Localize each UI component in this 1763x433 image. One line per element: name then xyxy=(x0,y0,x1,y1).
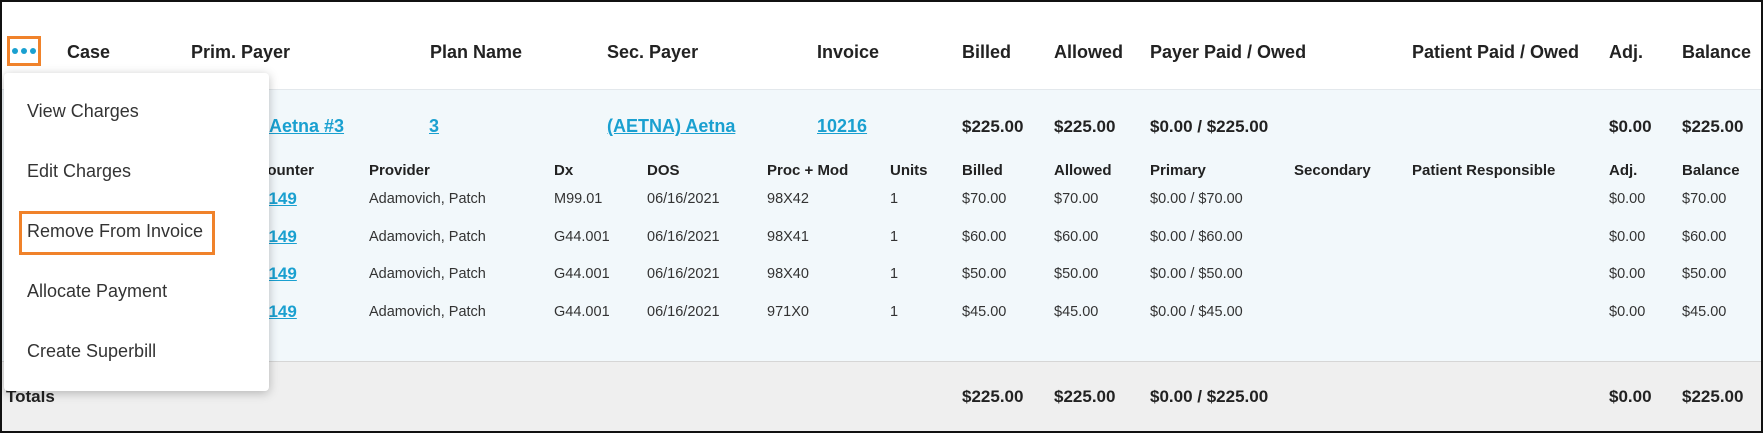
row-dos: 06/16/2021 xyxy=(647,266,720,282)
col-header-plan-name[interactable]: Plan Name xyxy=(430,42,522,63)
detail-header-provider: Provider xyxy=(369,162,430,179)
more-dots-icon-dot2 xyxy=(21,48,27,54)
row-dx: G44.001 xyxy=(554,266,610,282)
col-header-sec-payer[interactable]: Sec. Payer xyxy=(607,42,698,63)
row-adj: $0.00 xyxy=(1609,266,1646,282)
row-provider: Adamovich, Patch xyxy=(369,229,486,245)
row-units: 1 xyxy=(890,229,899,245)
row-provider: Adamovich, Patch xyxy=(369,191,486,207)
col-header-case[interactable]: Case xyxy=(67,42,110,63)
row-balance: $60.00 xyxy=(1682,229,1727,245)
row-proc: 98X42 xyxy=(767,191,809,207)
row-dos: 06/16/2021 xyxy=(647,304,720,320)
summary-billed: $225.00 xyxy=(962,117,1024,136)
row-proc: 971X0 xyxy=(767,304,809,320)
row-provider: Adamovich, Patch xyxy=(369,266,486,282)
invoice-table: Case Prim. Payer Plan Name Sec. Payer In… xyxy=(0,0,1763,433)
summary-balance: $225.00 xyxy=(1682,117,1744,136)
detail-header-dx: Dx xyxy=(554,162,574,179)
row-allowed: $60.00 xyxy=(1054,229,1099,245)
totals-payer-paid-owed: $0.00 / $225.00 xyxy=(1150,387,1269,406)
detail-header-secondary: Secondary xyxy=(1294,162,1371,179)
more-dots-icon-dot3 xyxy=(30,48,36,54)
totals-adj: $0.00 xyxy=(1609,387,1652,406)
row-billed: $50.00 xyxy=(962,266,1007,282)
col-header-balance[interactable]: Balance xyxy=(1682,42,1751,63)
summary-adj: $0.00 xyxy=(1609,117,1652,136)
row-primary: $0.00 / $50.00 xyxy=(1150,266,1243,282)
col-header-payer-paid-owed[interactable]: Payer Paid / Owed xyxy=(1150,42,1306,63)
row-dx: M99.01 xyxy=(554,191,603,207)
actions-menu: View Charges Edit Charges Remove From In… xyxy=(4,73,269,391)
row-allowed: $50.00 xyxy=(1054,266,1099,282)
menu-item-create-superbill[interactable]: Create Superbill xyxy=(27,341,156,362)
plan-name-link[interactable]: 3 xyxy=(429,116,439,137)
detail-header-patient-responsible: Patient Responsible xyxy=(1412,162,1556,179)
row-units: 1 xyxy=(890,266,899,282)
summary-allowed: $225.00 xyxy=(1054,117,1116,136)
menu-item-remove-from-invoice[interactable]: Remove From Invoice xyxy=(27,221,203,242)
menu-item-allocate-payment[interactable]: Allocate Payment xyxy=(27,281,167,302)
more-dots-icon xyxy=(12,48,18,54)
row-adj: $0.00 xyxy=(1609,191,1646,207)
totals-billed: $225.00 xyxy=(962,387,1024,406)
col-header-adj[interactable]: Adj. xyxy=(1609,42,1643,63)
row-dos: 06/16/2021 xyxy=(647,229,720,245)
row-dos: 06/16/2021 xyxy=(647,191,720,207)
menu-item-view-charges[interactable]: View Charges xyxy=(27,101,139,122)
col-header-patient-paid-owed[interactable]: Patient Paid / Owed xyxy=(1412,42,1579,63)
row-proc: 98X41 xyxy=(767,229,809,245)
actions-button[interactable] xyxy=(7,36,41,66)
row-balance: $50.00 xyxy=(1682,266,1727,282)
summary-payer-paid-owed: $0.00 / $225.00 xyxy=(1150,117,1269,136)
row-allowed: $45.00 xyxy=(1054,304,1099,320)
row-billed: $70.00 xyxy=(962,191,1007,207)
invoice-link[interactable]: 10216 xyxy=(817,116,867,137)
detail-header-dos: DOS xyxy=(647,162,680,179)
row-balance: $70.00 xyxy=(1682,191,1727,207)
row-units: 1 xyxy=(890,191,899,207)
detail-header-billed: Billed xyxy=(962,162,1003,179)
row-adj: $0.00 xyxy=(1609,229,1646,245)
sec-payer-link[interactable]: (AETNA) Aetna xyxy=(607,116,735,137)
row-primary: $0.00 / $60.00 xyxy=(1150,229,1243,245)
detail-header-units: Units xyxy=(890,162,928,179)
detail-header-primary: Primary xyxy=(1150,162,1206,179)
col-header-billed[interactable]: Billed xyxy=(962,42,1011,63)
row-units: 1 xyxy=(890,304,899,320)
row-allowed: $70.00 xyxy=(1054,191,1099,207)
detail-header-balance: Balance xyxy=(1682,162,1740,179)
col-header-allowed[interactable]: Allowed xyxy=(1054,42,1123,63)
totals-allowed: $225.00 xyxy=(1054,387,1116,406)
row-dx: G44.001 xyxy=(554,304,610,320)
row-proc: 98X40 xyxy=(767,266,809,282)
row-billed: $60.00 xyxy=(962,229,1007,245)
detail-header-adj: Adj. xyxy=(1609,162,1638,179)
row-provider: Adamovich, Patch xyxy=(369,304,486,320)
prim-payer-link[interactable]: Aetna #3 xyxy=(269,116,344,137)
row-primary: $0.00 / $45.00 xyxy=(1150,304,1243,320)
row-dx: G44.001 xyxy=(554,229,610,245)
menu-item-edit-charges[interactable]: Edit Charges xyxy=(27,161,131,182)
row-primary: $0.00 / $70.00 xyxy=(1150,191,1243,207)
col-header-invoice[interactable]: Invoice xyxy=(817,42,879,63)
row-adj: $0.00 xyxy=(1609,304,1646,320)
row-billed: $45.00 xyxy=(962,304,1007,320)
col-header-prim-payer[interactable]: Prim. Payer xyxy=(191,42,290,63)
row-balance: $45.00 xyxy=(1682,304,1727,320)
totals-balance: $225.00 xyxy=(1682,387,1744,406)
detail-header-allowed: Allowed xyxy=(1054,162,1112,179)
detail-header-proc-mod: Proc + Mod xyxy=(767,162,849,179)
